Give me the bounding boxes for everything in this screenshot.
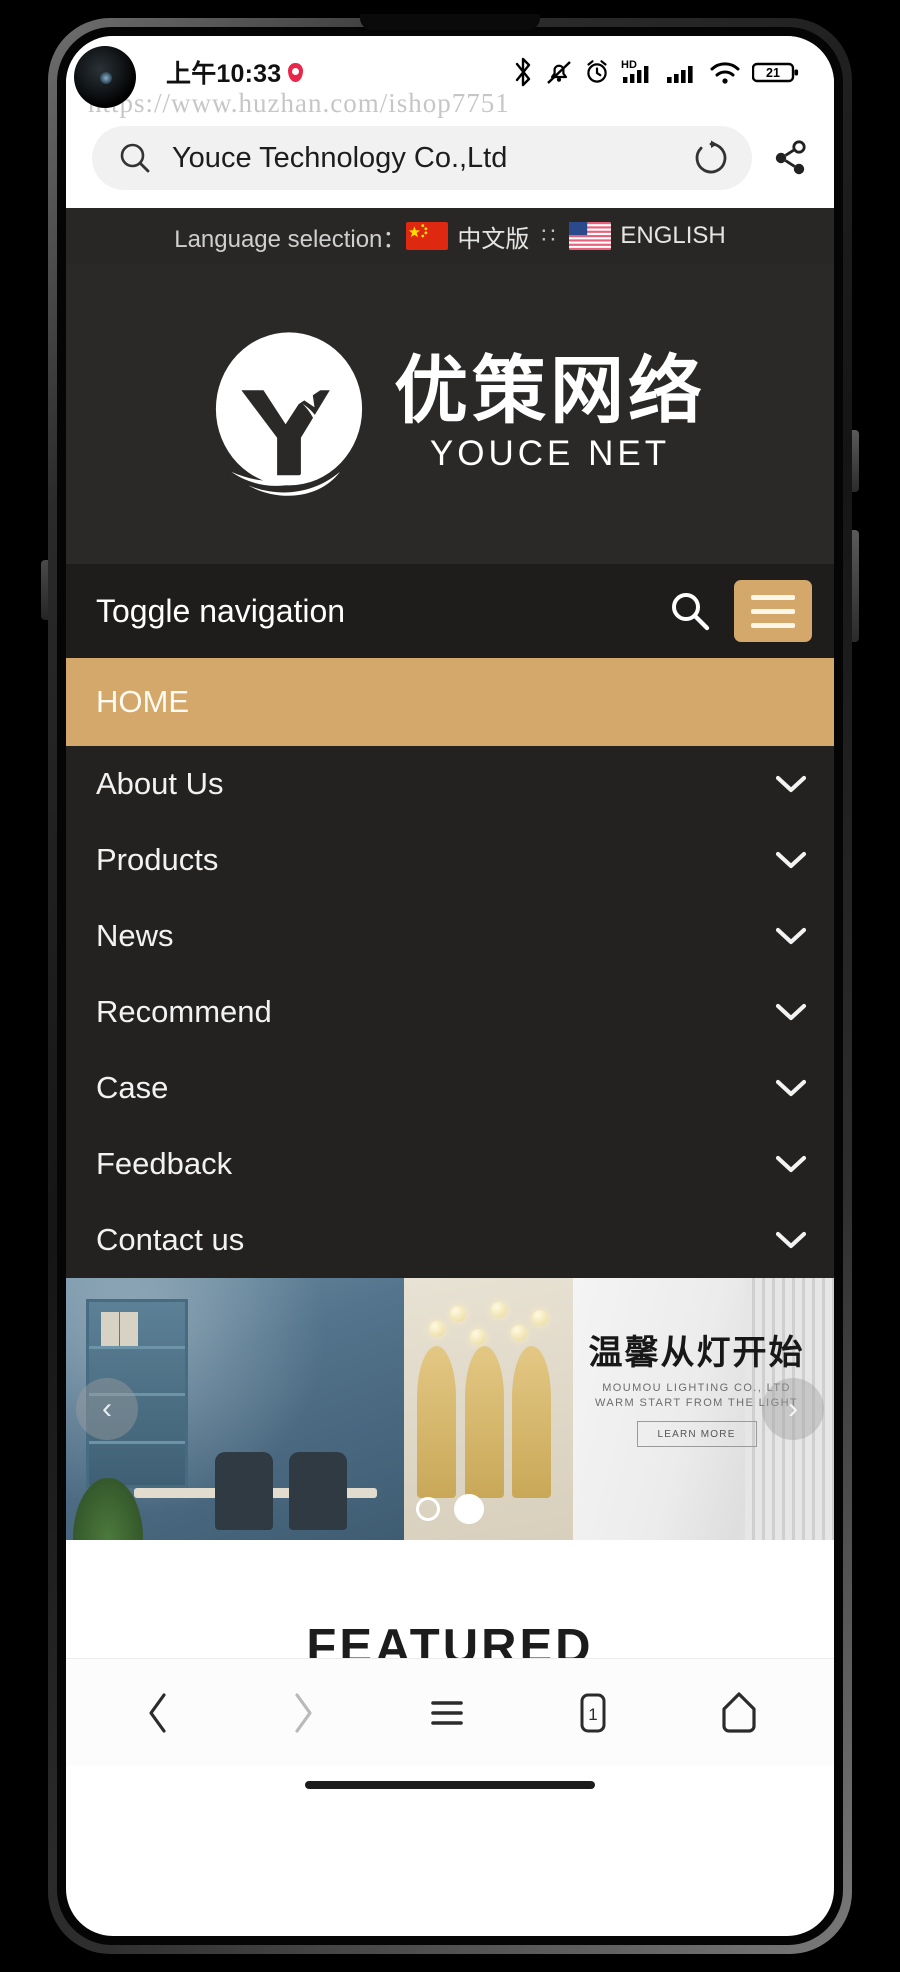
battery-level: 21 — [766, 66, 780, 80]
status-icons: HD 21 — [512, 57, 800, 87]
signal-bars-icon — [666, 57, 698, 87]
menu-item-feedback[interactable]: Feedback — [66, 1126, 834, 1202]
menu-item-news[interactable]: News — [66, 898, 834, 974]
reload-icon[interactable] — [692, 139, 730, 177]
menu-item-recommend-label: Recommend — [96, 994, 272, 1029]
menu-item-products[interactable]: Products — [66, 822, 834, 898]
gesture-bar — [66, 1766, 834, 1804]
site-logo-text: 优策网络 YOUCE NET — [394, 354, 706, 474]
menu-item-case-label: Case — [96, 1070, 169, 1105]
menu-item-home-label: HOME — [96, 684, 189, 719]
carousel-indicators — [416, 1494, 484, 1524]
menu-item-about-us-label: About Us — [96, 766, 224, 801]
mute-vibrate-icon — [545, 57, 573, 87]
battery-icon: 21 — [752, 57, 800, 87]
page-title: Youce Technology Co.,Ltd — [172, 141, 508, 174]
front-camera-icon — [74, 46, 136, 108]
address-bar[interactable]: Youce Technology Co.,Ltd — [92, 126, 752, 190]
usa-flag-icon — [569, 222, 612, 250]
menu-item-home[interactable]: HOME — [66, 658, 834, 746]
browser-bottom-nav: 1 — [66, 1658, 834, 1766]
site-logo-en: YOUCE NET — [429, 434, 671, 473]
featured-section: FEATURED — [66, 1540, 834, 1658]
bluetooth-icon — [512, 57, 534, 87]
hero-carousel[interactable]: 温馨从灯开始 MOUMOU LIGHTING CO., LTD WARM STA… — [66, 1278, 834, 1540]
notch-tab — [360, 14, 540, 30]
toggle-navigation-label: Toggle navigation — [96, 592, 346, 629]
browser-toolbar: Youce Technology Co.,Ltd — [66, 108, 834, 208]
china-flag-icon — [406, 222, 449, 250]
wifi-icon — [709, 57, 741, 87]
carousel-dot-1[interactable] — [416, 1497, 440, 1521]
left-side-button[interactable] — [41, 560, 48, 620]
carousel-dot-2[interactable] — [454, 1494, 484, 1524]
chevron-down-icon[interactable] — [774, 918, 808, 954]
hd-signal-icon: HD — [621, 57, 655, 87]
language-option-chinese-label: 中文版 — [457, 225, 530, 253]
menu-item-contact-us-label: Contact us — [96, 1222, 245, 1257]
back-button[interactable] — [136, 1687, 182, 1739]
share-icon[interactable] — [768, 136, 812, 180]
phone-screen: 上午10:33 HD 21 https://www.huzhan.com/ish… — [66, 36, 834, 1936]
youce-y-logo-icon — [215, 332, 363, 496]
menu-item-products-label: Products — [96, 842, 219, 877]
menu-item-case[interactable]: Case — [66, 1050, 834, 1126]
volume-button[interactable] — [852, 430, 859, 492]
chevron-down-icon[interactable] — [774, 766, 808, 802]
menu-item-feedback-label: Feedback — [96, 1146, 233, 1181]
forward-button[interactable] — [279, 1687, 325, 1739]
site-logo-block[interactable]: 优策网络 YOUCE NET — [66, 264, 834, 564]
carousel-headline: 温馨从灯开始 — [588, 1334, 805, 1373]
alarm-clock-icon — [584, 57, 610, 87]
carousel-cta-button[interactable]: LEARN MORE — [636, 1421, 757, 1448]
language-label: Language selection： — [174, 225, 407, 253]
language-separator: ∷ — [541, 223, 558, 248]
chevron-down-icon[interactable] — [774, 994, 808, 1030]
carousel-prev-button[interactable]: ‹ — [76, 1378, 138, 1440]
site-navbar: Toggle navigation — [66, 564, 834, 658]
chevron-down-icon[interactable] — [774, 1222, 808, 1258]
home-button[interactable] — [714, 1686, 764, 1740]
language-option-english-label: ENGLISH — [620, 222, 726, 249]
language-option-chinese[interactable]: 中文版 — [406, 219, 529, 254]
menu-item-contact-us[interactable]: Contact us — [66, 1202, 834, 1278]
language-option-english[interactable]: ENGLISH — [569, 222, 726, 250]
status-bar: 上午10:33 HD 21 — [66, 36, 834, 108]
svg-text:HD: HD — [621, 59, 637, 71]
website-content: Language selection： 中文版 ∷ ENGLISH 优策网络 Y… — [66, 208, 834, 1658]
chevron-down-icon[interactable] — [774, 1070, 808, 1106]
menu-item-news-label: News — [96, 918, 174, 953]
language-selection-bar: Language selection： 中文版 ∷ ENGLISH — [66, 208, 834, 264]
chevron-down-icon[interactable] — [774, 842, 808, 878]
tabs-count: 1 — [589, 1705, 598, 1724]
nav-search-icon[interactable] — [668, 589, 712, 633]
hamburger-icon — [751, 594, 795, 600]
location-pin-icon — [288, 62, 304, 82]
gesture-pill[interactable] — [305, 1781, 595, 1789]
tabs-button[interactable]: 1 — [569, 1686, 617, 1740]
phone-frame: 上午10:33 HD 21 https://www.huzhan.com/ish… — [0, 0, 900, 1972]
menu-button[interactable] — [421, 1687, 473, 1739]
site-logo-cn: 优策网络 — [394, 349, 706, 432]
power-button[interactable] — [852, 530, 859, 642]
status-time: 上午10:33 — [166, 60, 282, 88]
search-icon — [118, 141, 152, 175]
chevron-down-icon[interactable] — [774, 1146, 808, 1182]
carousel-next-button[interactable]: › — [762, 1378, 824, 1440]
mobile-nav-menu: HOME About Us Products News Recommend Ca… — [66, 658, 834, 1278]
menu-item-about-us[interactable]: About Us — [66, 746, 834, 822]
featured-heading: FEATURED — [306, 1620, 594, 1659]
hamburger-menu-button[interactable] — [734, 580, 812, 642]
menu-item-recommend[interactable]: Recommend — [66, 974, 834, 1050]
